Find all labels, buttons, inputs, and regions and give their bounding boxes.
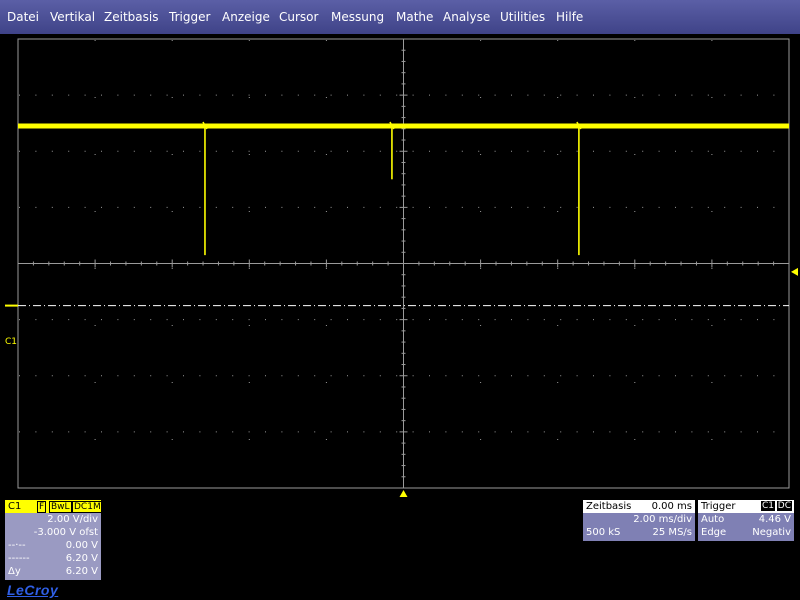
waveform-display[interactable]: C1 (0, 34, 800, 500)
ground-marker-label: C1 (5, 337, 17, 347)
menu-trigger[interactable]: Trigger (169, 9, 210, 25)
cursor-2-label: ------ (8, 553, 30, 564)
bandwidth-limit-badge: BwL (49, 501, 72, 513)
channel-name: C1 (8, 501, 22, 512)
delta-value: 6.20 V (65, 566, 98, 577)
flag-badge: F (37, 501, 47, 513)
timebase-delay: 0.00 ms (651, 501, 692, 512)
menu-messung[interactable]: Messung (331, 9, 384, 25)
coupling-badge: DC1M (72, 501, 103, 513)
menu-utilities[interactable]: Utilities (500, 9, 545, 25)
volts-per-div: 2.00 V/div (47, 514, 98, 525)
trigger-panel[interactable]: Trigger C1 DC Auto 4.46 V Edge Negativ (698, 500, 794, 541)
offset-value: -3.000 V ofst (33, 527, 98, 538)
trigger-mode: Auto (701, 514, 725, 525)
trigger-title: Trigger (701, 501, 736, 512)
menu-mathe[interactable]: Mathe (396, 9, 433, 25)
menu-datei[interactable]: Datei (7, 9, 39, 25)
trigger-level-arrow (791, 267, 798, 276)
screen-markers (5, 267, 798, 497)
trigger-coupling-badge: DC (776, 501, 792, 511)
menu-vertikal[interactable]: Vertikal (50, 9, 95, 25)
trigger-position-arrow (399, 490, 408, 497)
timebase-panel[interactable]: Zeitbasis 0.00 ms 2.00 ms/div 500 kS 25 … (583, 500, 695, 541)
menu-cursor[interactable]: Cursor (279, 9, 318, 25)
trigger-level: 4.46 V (758, 514, 791, 525)
trigger-type: Edge (701, 527, 727, 538)
cursor-2-value: 6.20 V (65, 553, 98, 564)
sample-rate: 25 MS/s (652, 527, 692, 538)
menu-bar: Datei Vertikal Zeitbasis Trigger Anzeige… (0, 0, 800, 34)
menu-zeitbasis[interactable]: Zeitbasis (104, 9, 158, 25)
sample-count: 500 kS (586, 527, 621, 538)
time-per-div: 2.00 ms/div (633, 514, 692, 525)
menu-analyse[interactable]: Analyse (443, 9, 490, 25)
lecroy-logo: LeCroy (7, 582, 59, 598)
trigger-slope: Negativ (752, 527, 791, 538)
trigger-source-badge: C1 (760, 501, 775, 511)
menu-hilfe[interactable]: Hilfe (556, 9, 583, 25)
cursor-1-value: 0.00 V (65, 540, 98, 551)
menu-anzeige[interactable]: Anzeige (222, 9, 270, 25)
timebase-title: Zeitbasis (586, 501, 632, 512)
graticule (17, 38, 790, 489)
channel-1-panel[interactable]: C1 F BwL DC1M 2.00 V/div -3.000 V ofst -… (5, 500, 103, 580)
cursor-1-label: --·-- (8, 540, 26, 551)
delta-label: Δy (8, 566, 21, 577)
